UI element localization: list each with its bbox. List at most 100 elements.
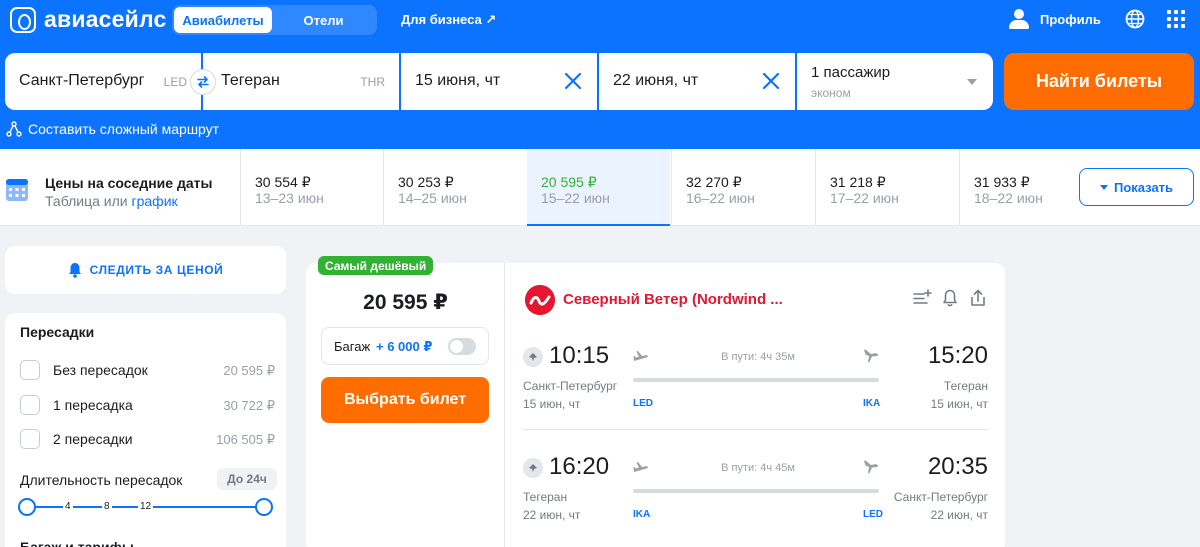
cabin-class: эконом: [811, 86, 851, 100]
filter-option-price: 106 505 ₽: [216, 432, 275, 447]
profile-button[interactable]: Профиль: [1008, 9, 1101, 29]
date-cell[interactable]: 32 270 ₽ 16–22 июн: [671, 149, 814, 226]
slider-min-handle[interactable]: [18, 498, 36, 516]
passengers-field[interactable]: 1 пассажир эконом: [797, 53, 993, 110]
layover-duration-label: Длительность пересадок: [20, 472, 183, 488]
caret-down-icon: [1099, 184, 1108, 190]
airline-logo-icon: [525, 285, 555, 315]
date-cell-range: 14–25 июн: [398, 190, 467, 206]
baggage-option[interactable]: Багаж + 6 000 ₽: [321, 327, 489, 365]
watch-price-label: СЛЕДИТЬ ЗА ЦЕНОЙ: [89, 263, 224, 277]
date-cell-range: 15–22 июн: [541, 190, 610, 206]
departure-airport-code: IKA: [633, 509, 651, 520]
chart-link[interactable]: график: [132, 193, 178, 209]
slider-tick-label: 12: [138, 501, 154, 512]
pin-icon[interactable]: [523, 458, 543, 478]
departure-date: 22 июн, чт: [523, 508, 581, 522]
airline-name: Северный Ветер (Nordwind ...: [563, 291, 783, 308]
show-dates-label: Показать: [1113, 179, 1174, 195]
slider-tick-label: 4: [63, 501, 73, 512]
arrival-date: 15 июн, чт: [930, 397, 988, 411]
arrival-airport-code: IKA: [863, 398, 881, 409]
flight-duration: В пути: 4ч 35м: [721, 351, 795, 363]
return-date: 22 июня, чт: [613, 72, 699, 89]
origin-field[interactable]: Санкт-Петербург LED: [5, 53, 216, 110]
date-cell-selected[interactable]: 20 595 ₽ 15–22 июн: [527, 149, 670, 226]
chevron-down-icon: [967, 79, 977, 85]
tab-flights[interactable]: Авиабилеты: [174, 7, 272, 33]
swap-direction-button[interactable]: [190, 69, 216, 95]
destination-field[interactable]: Тегеран THR: [203, 53, 399, 110]
date-cell[interactable]: 31 218 ₽ 17–22 июн: [815, 149, 958, 226]
landing-icon: [864, 349, 878, 363]
globe-icon[interactable]: [1125, 9, 1145, 29]
departure-time: 10:15: [549, 342, 610, 369]
stops-filter-option[interactable]: 2 пересадки 106 505 ₽: [20, 429, 275, 451]
filter-option-label: 1 пересадка: [53, 397, 133, 413]
or-text: или: [103, 193, 128, 209]
date-cell-price: 30 253 ₽: [398, 174, 454, 190]
date-cell-range: 16–22 июн: [686, 190, 755, 206]
arrival-airport-code: LED: [863, 509, 883, 520]
pin-icon[interactable]: [523, 347, 543, 367]
show-dates-button[interactable]: Показать: [1079, 168, 1194, 206]
stops-filter-option[interactable]: Без пересадок 20 595 ₽: [20, 360, 275, 382]
depart-date: 15 июня, чт: [415, 72, 501, 89]
date-cell[interactable]: 30 253 ₽ 14–25 июн: [383, 149, 526, 226]
baggage-label: Багаж: [334, 339, 371, 354]
table-link[interactable]: Таблица: [45, 193, 100, 209]
departure-city: Санкт-Петербург: [523, 379, 618, 393]
logo[interactable]: авиасейлс: [10, 6, 166, 33]
bell-icon[interactable]: [940, 288, 960, 308]
arrival-time: 20:35: [927, 453, 988, 480]
date-cell-price: 30 554 ₽: [255, 174, 311, 190]
filter-option-label: 2 пересадки: [53, 431, 133, 447]
baggage-toggle[interactable]: [448, 338, 476, 355]
date-cell[interactable]: 30 554 ₽ 13–23 июн: [240, 149, 383, 226]
add-to-list-icon[interactable]: [912, 288, 932, 308]
apps-grid-icon[interactable]: [1167, 10, 1185, 28]
slider-max-handle[interactable]: [255, 498, 273, 516]
date-cell-range: 13–23 июн: [255, 190, 324, 206]
ticket-card[interactable]: 20 595 ₽ Багаж + 6 000 ₽ Выбрать билет С…: [306, 263, 1005, 547]
complex-route-link[interactable]: Составить сложный маршрут: [6, 121, 219, 137]
product-tabs: Авиабилеты Отели: [172, 5, 377, 35]
checkbox[interactable]: [20, 360, 40, 380]
passenger-count: 1 пассажир: [811, 64, 891, 81]
origin-code: LED: [163, 75, 187, 89]
layover-duration-badge: До 24ч: [217, 468, 277, 490]
share-icon[interactable]: [968, 288, 988, 308]
return-date-field[interactable]: 22 июня, чт: [599, 53, 795, 110]
nearby-dates-subtitle: Таблица или график: [45, 193, 178, 209]
checkbox[interactable]: [20, 395, 40, 415]
landing-icon: [864, 460, 878, 474]
clear-depart-date-icon[interactable]: [561, 69, 585, 93]
filters-panel: Пересадки Без пересадок 20 595 ₽ 1 перес…: [5, 313, 286, 547]
departure-airport-code: LED: [633, 398, 653, 409]
tab-hotels[interactable]: Отели: [272, 7, 375, 33]
clear-return-date-icon[interactable]: [759, 69, 783, 93]
ticket-price-panel: 20 595 ₽ Багаж + 6 000 ₽ Выбрать билет: [306, 263, 505, 547]
route-line: [633, 489, 879, 493]
logo-icon: [10, 6, 36, 33]
flight-segment-return: 16:20 В пути: 4ч 45м 20:35 Тегеран 22 ию…: [523, 453, 988, 533]
business-link[interactable]: Для бизнеса ↗: [401, 12, 496, 28]
arrival-time: 15:20: [927, 342, 988, 369]
person-icon: [1008, 9, 1030, 29]
date-cell[interactable]: 31 933 ₽ 18–22 июн: [959, 149, 1069, 226]
search-form: Санкт-Петербург LED Тегеран THR 15 июня,…: [5, 53, 993, 110]
watch-price-button[interactable]: СЛЕДИТЬ ЗА ЦЕНОЙ: [5, 246, 286, 294]
depart-date-field[interactable]: 15 июня, чт: [401, 53, 597, 110]
route-line: [633, 378, 879, 382]
route-icon: [6, 121, 22, 137]
checkbox[interactable]: [20, 429, 40, 449]
bell-icon: [68, 263, 81, 278]
find-tickets-button[interactable]: Найти билеты: [1004, 53, 1194, 110]
destination-code: THR: [360, 75, 385, 89]
select-ticket-button[interactable]: Выбрать билет: [321, 377, 489, 423]
date-cell-price: 32 270 ₽: [686, 174, 742, 190]
arrival-city: Санкт-Петербург: [893, 490, 988, 504]
stops-filter-option[interactable]: 1 пересадка 30 722 ₽: [20, 395, 275, 417]
date-cell-range: 17–22 июн: [830, 190, 899, 206]
baggage-filter-title: Багаж и тарифы: [20, 539, 134, 547]
